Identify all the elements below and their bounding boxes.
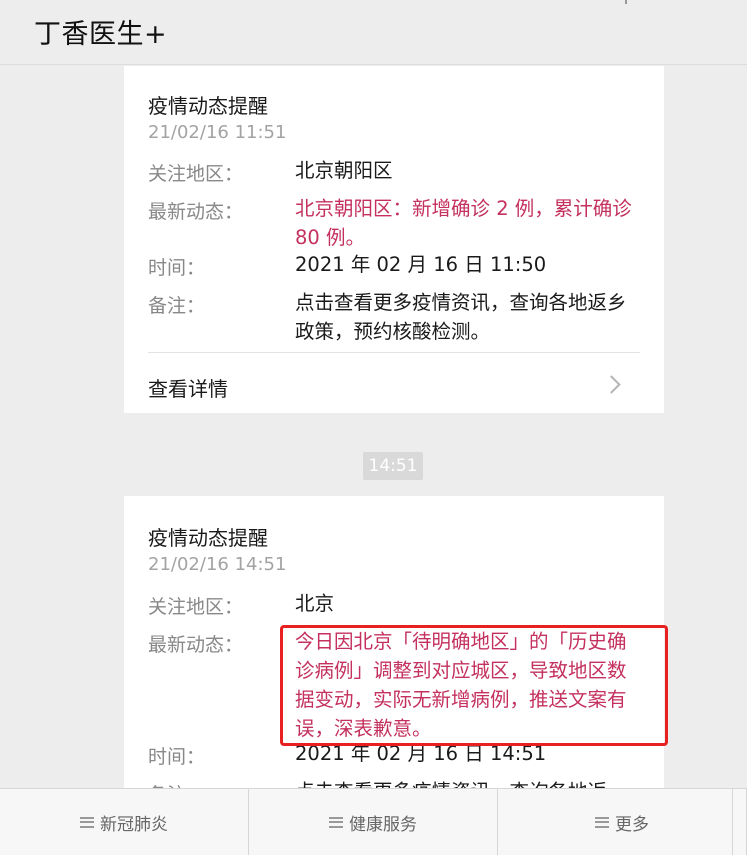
message-feed[interactable]: 疫情动态提醒 21/02/16 11:51 关注地区： 北京朝阳区 最新动态： … [0, 66, 747, 788]
message-card[interactable]: 疫情动态提醒 21/02/16 11:51 关注地区： 北京朝阳区 最新动态： … [124, 66, 664, 413]
region-label: 关注地区： [148, 163, 244, 185]
chevron-right-icon[interactable] [602, 375, 621, 394]
time-separator: 14:51 [363, 452, 423, 480]
note-value: 点击查看更多疫情资讯，查询各地返 [295, 777, 641, 788]
time-value: 2021 年 02 月 16 日 11:50 [295, 253, 547, 276]
update-label: 最新动态： [148, 634, 244, 656]
page-title: 丁香医生+ [34, 19, 168, 50]
update-value: 北京朝阳区：新增确诊 2 例，累计确诊 80 例。 [295, 197, 632, 249]
message-card[interactable]: 疫情动态提醒 21/02/16 14:51 关注地区： 北京 最新动态： 今日因… [124, 496, 664, 788]
tab-health-services[interactable]: 健康服务 [249, 789, 498, 855]
note-value: 点击查看更多疫情资讯，查询各地返乡政策，预约核酸检测。 [295, 291, 627, 343]
message-timestamp: 21/02/16 11:51 [148, 122, 287, 143]
region-label: 关注地区： [148, 596, 244, 618]
note-label: 备注： [148, 295, 206, 317]
card-divider [148, 352, 640, 353]
region-value: 北京 [295, 592, 335, 615]
bottom-tab-bar: 新冠肺炎 健康服务 更多 [0, 788, 747, 855]
note-label: 备注： [148, 780, 205, 788]
tab-label: 新冠肺炎 [100, 814, 168, 835]
region-value: 北京朝阳区 [295, 159, 393, 182]
time-label: 时间： [148, 257, 206, 279]
time-label: 时间： [148, 746, 206, 768]
time-value: 2021 年 02 月 16 日 14:51 [295, 742, 547, 765]
menu-icon [80, 816, 94, 828]
top-bar: 丁香医生+ [0, 0, 747, 65]
message-heading: 疫情动态提醒 [148, 526, 268, 550]
status-tick [625, 0, 627, 4]
menu-icon [595, 816, 609, 828]
update-value: 今日因北京「待明确地区」的「历史确诊病例」调整到对应城区，导致地区数据变动，实际… [295, 630, 627, 740]
tab-label: 更多 [615, 814, 649, 835]
update-label: 最新动态： [148, 201, 244, 223]
message-heading: 疫情动态提醒 [148, 94, 268, 118]
tab-label: 健康服务 [349, 814, 417, 835]
menu-icon [329, 816, 343, 828]
message-timestamp: 21/02/16 14:51 [148, 554, 287, 575]
view-details-link[interactable]: 查看详情 [148, 373, 228, 402]
tab-covid[interactable]: 新冠肺炎 [0, 789, 249, 855]
tab-more[interactable]: 更多 [498, 789, 747, 855]
tabbar-edge [732, 789, 733, 855]
